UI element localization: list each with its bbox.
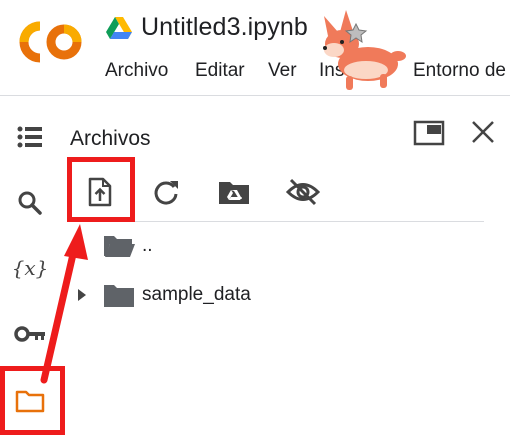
file-row-label: sample_data: [142, 284, 251, 305]
close-panel-button[interactable]: [470, 119, 496, 145]
refresh-button[interactable]: [148, 174, 184, 210]
menu-entorno[interactable]: Entorno de: [413, 60, 506, 82]
menu-editar[interactable]: Editar: [195, 60, 245, 82]
files-highlight-box: [0, 366, 65, 435]
key-icon: [14, 326, 45, 342]
secrets-button[interactable]: [10, 314, 50, 354]
corgi-mascot: [318, 6, 408, 98]
menu-ver[interactable]: Ver: [268, 60, 297, 82]
panel-title: Archivos: [70, 127, 151, 150]
refresh-icon: [154, 181, 178, 205]
drive-folder-icon: [219, 182, 249, 204]
file-row-label: ..: [142, 235, 153, 256]
table-of-contents-button[interactable]: [10, 117, 50, 157]
menu-archivo[interactable]: Archivo: [105, 60, 168, 82]
file-row-parent[interactable]: ..: [70, 229, 153, 263]
variables-button[interactable]: {x}: [10, 248, 50, 288]
expand-panel-button[interactable]: [413, 120, 445, 146]
search-button[interactable]: [10, 183, 50, 223]
caret-placeholder: [70, 234, 94, 258]
open-in-tab-icon: [413, 120, 445, 146]
notebook-title[interactable]: Untitled3.ipynb: [141, 13, 308, 42]
folder-icon: [104, 285, 134, 307]
expand-caret-icon[interactable]: [70, 283, 94, 307]
header-divider: [0, 95, 510, 96]
toggle-hidden-files-button[interactable]: [285, 174, 321, 210]
google-drive-icon[interactable]: [106, 17, 132, 40]
list-icon: [17, 126, 42, 148]
file-row-sample-data[interactable]: sample_data: [70, 278, 251, 312]
variables-icon: {x}: [11, 256, 49, 280]
close-icon: [472, 121, 494, 143]
eye-off-icon: [286, 178, 320, 206]
search-icon: [18, 191, 42, 215]
upload-highlight-box: [67, 157, 135, 222]
colab-logo[interactable]: [18, 20, 84, 64]
mount-drive-button[interactable]: [216, 174, 252, 210]
open-folder-icon: [104, 236, 135, 257]
